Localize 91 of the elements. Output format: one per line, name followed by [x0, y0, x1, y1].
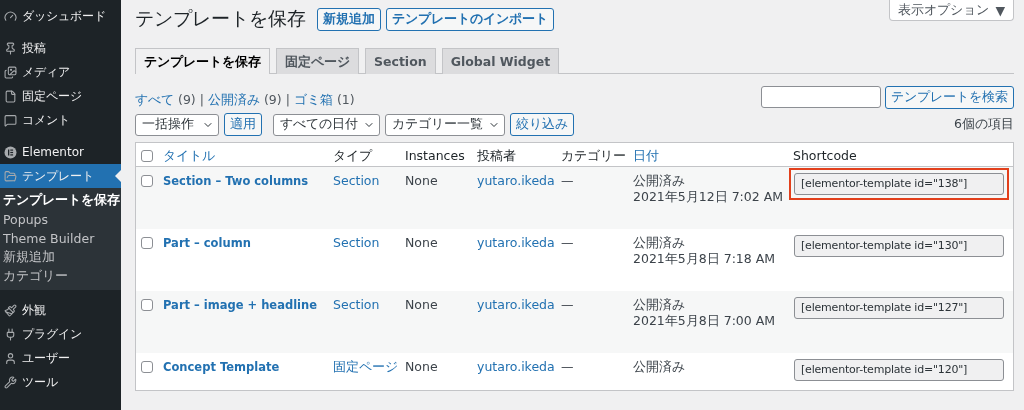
sidebar-menu-item[interactable]: ツール — [0, 370, 121, 394]
tab[interactable]: 固定ページ — [276, 48, 359, 74]
screen-options-button[interactable]: 表示オプション ▼ — [889, 0, 1014, 21]
table-cell: — — [561, 297, 574, 312]
sidebar-menu-item[interactable]: 外観 — [0, 298, 121, 322]
table-cell: None — [405, 173, 438, 188]
comment-icon — [4, 113, 17, 127]
type-link[interactable]: Section — [333, 297, 380, 312]
row-checkbox[interactable] — [141, 237, 153, 249]
column-sort-link[interactable]: 日付 — [633, 148, 659, 163]
status-text: 公開済み — [633, 359, 686, 375]
filter-button[interactable]: 絞り込み — [510, 113, 574, 136]
wrench-icon — [4, 375, 17, 389]
submenu-item[interactable]: カテゴリー — [0, 267, 121, 286]
sidebar-menu-item[interactable]: コメント — [0, 108, 121, 132]
status-text: 公開済み — [633, 173, 686, 189]
column-header: カテゴリー — [561, 148, 626, 163]
sidebar-menu-item[interactable]: ダッシュボード — [0, 4, 121, 28]
status-text: 公開済み — [633, 235, 686, 251]
gauge-icon — [4, 9, 17, 23]
author-link[interactable]: yutaro.ikeda — [477, 235, 555, 250]
date-select[interactable]: すべての日付 — [273, 113, 380, 136]
category-select[interactable]: カテゴリー一覧 — [385, 113, 505, 136]
bulk-action-select[interactable]: 一括操作 — [135, 113, 219, 136]
search-field[interactable] — [761, 86, 881, 108]
tab[interactable]: Global Widget — [441, 48, 560, 74]
plug-icon — [4, 327, 17, 341]
column-header: Shortcode — [793, 148, 857, 163]
sidebar-menu-item[interactable]: メディア — [0, 60, 121, 84]
apply-button[interactable]: 適用 — [224, 113, 262, 136]
sidebar-menu-item[interactable]: ユーザー — [0, 346, 121, 370]
type-link[interactable]: Section — [333, 173, 380, 188]
status-text: 公開済み — [633, 297, 686, 313]
sidebar-menu-item[interactable]: 投稿 — [0, 36, 121, 60]
images-icon — [4, 65, 17, 79]
elementor-logo-icon — [4, 145, 17, 159]
title-action-button[interactable]: 新規追加 — [317, 7, 381, 31]
filter-count: (1) — [336, 92, 355, 109]
title-action-button[interactable]: テンプレートのインポート — [386, 7, 554, 31]
table-cell: — — [561, 359, 574, 374]
status-filter-link[interactable]: すべて — [135, 92, 174, 109]
row-checkbox[interactable] — [141, 299, 153, 311]
user-icon — [4, 351, 17, 365]
folder-icon — [4, 169, 17, 183]
brush-icon — [4, 303, 17, 317]
tab[interactable]: テンプレートを保存 — [135, 48, 270, 74]
pin-icon — [4, 41, 17, 55]
table-cell: — — [561, 235, 574, 250]
shortcode-field[interactable]: [elementor-template id="130"] — [794, 235, 1004, 257]
filter-count: (9) — [263, 92, 282, 109]
sidebar-menu-item[interactable]: 固定ページ — [0, 84, 121, 108]
shortcode-field[interactable]: [elementor-template id="127"] — [794, 297, 1004, 319]
page-icon — [4, 89, 17, 103]
submenu-item[interactable]: Theme Builder — [0, 229, 121, 248]
sidebar-menu-item[interactable]: プラグイン — [0, 322, 121, 346]
table-cell: None — [405, 359, 438, 374]
type-link[interactable]: 固定ページ — [333, 359, 398, 374]
template-title-link[interactable]: Part – column — [163, 236, 251, 250]
shortcode-field[interactable]: [elementor-template id="120"] — [794, 359, 1004, 381]
sidebar-menu-item[interactable]: テンプレート — [0, 164, 121, 188]
submenu-item[interactable]: テンプレートを保存 — [0, 191, 121, 210]
column-header: 投稿者 — [477, 148, 516, 163]
row-checkbox[interactable] — [141, 175, 153, 187]
date-text: 2021年5月8日 7:18 AM — [633, 251, 777, 267]
type-link[interactable]: Section — [333, 235, 380, 250]
template-title-link[interactable]: Section – Two columns — [163, 174, 309, 188]
column-sort-link[interactable]: タイトル — [163, 148, 215, 163]
table-cell: None — [405, 235, 438, 250]
row-checkbox[interactable] — [141, 361, 153, 373]
filter-count: (9) — [178, 92, 196, 109]
template-title-link[interactable]: Concept Template — [163, 360, 280, 374]
submenu-item[interactable]: Popups — [0, 210, 121, 229]
select-all-checkbox[interactable] — [141, 150, 153, 162]
column-header: Instances — [405, 148, 465, 163]
date-text: 2021年5月8日 7:00 AM — [633, 313, 777, 329]
date-text: 2021年5月12日 7:02 AM — [633, 189, 785, 205]
status-filter-link[interactable]: ゴミ箱 — [293, 92, 333, 109]
table-cell: — — [561, 173, 574, 188]
filter-separator: | — [199, 92, 204, 109]
shortcode-field[interactable]: [elementor-template id="138"] — [794, 173, 1004, 195]
status-filter-link[interactable]: 公開済み — [207, 92, 260, 109]
tab[interactable]: Section — [365, 48, 436, 74]
author-link[interactable]: yutaro.ikeda — [477, 359, 555, 374]
page-title: テンプレートを保存 — [135, 6, 306, 31]
table-cell: None — [405, 297, 438, 312]
submenu-item[interactable]: 新規追加 — [0, 248, 121, 267]
sidebar-menu-item[interactable]: Elementor — [0, 140, 121, 164]
filter-separator: | — [285, 92, 290, 109]
column-header: タイプ — [333, 148, 372, 163]
item-count: 6個の項目 — [954, 116, 1014, 133]
search-button[interactable]: テンプレートを検索 — [885, 86, 1014, 109]
